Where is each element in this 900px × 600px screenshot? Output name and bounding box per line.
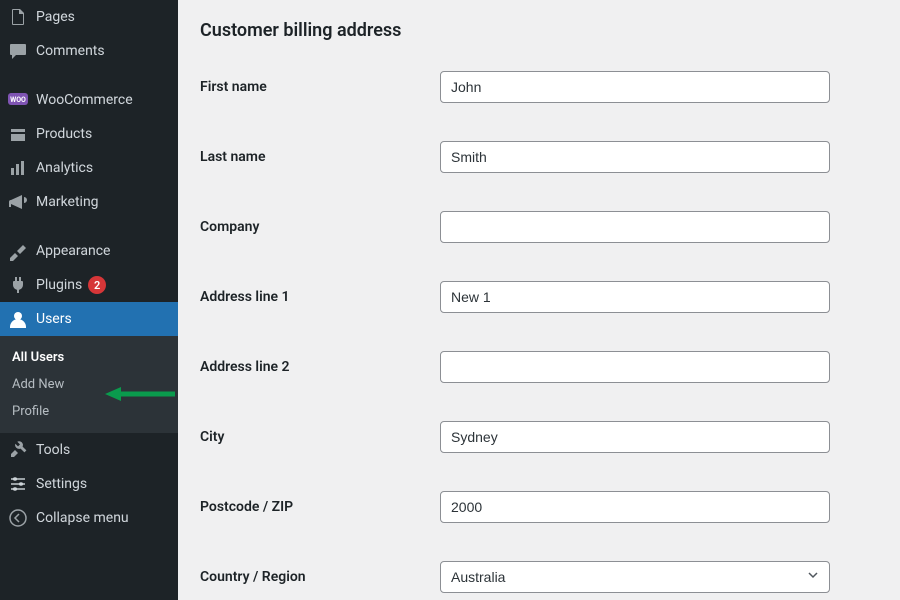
sidebar-item-label: Comments xyxy=(36,43,105,59)
field-postcode: Postcode / ZIP xyxy=(200,491,878,523)
country-select-wrap: Australia xyxy=(440,561,830,593)
analytics-icon xyxy=(8,158,28,178)
sidebar-item-appearance[interactable]: Appearance xyxy=(0,234,178,268)
menu-separator xyxy=(0,224,178,229)
address2-input[interactable] xyxy=(440,351,830,383)
sidebar-item-users[interactable]: Users xyxy=(0,302,178,336)
address1-label: Address line 1 xyxy=(200,289,440,305)
last-name-label: Last name xyxy=(200,149,440,165)
address1-input[interactable] xyxy=(440,281,830,313)
comments-icon xyxy=(8,41,28,61)
field-country: Country / Region Australia xyxy=(200,561,878,593)
first-name-label: First name xyxy=(200,79,440,95)
field-city: City xyxy=(200,421,878,453)
field-address1: Address line 1 xyxy=(200,281,878,313)
address2-label: Address line 2 xyxy=(200,359,440,375)
products-icon xyxy=(8,124,28,144)
sidebar-item-comments[interactable]: Comments xyxy=(0,34,178,68)
admin-sidebar: Pages Comments WOO WooCommerce Products … xyxy=(0,0,178,600)
sidebar-item-label: Analytics xyxy=(36,160,93,176)
sidebar-item-woocommerce[interactable]: WOO WooCommerce xyxy=(0,83,178,117)
first-name-input[interactable] xyxy=(440,71,830,103)
menu-separator xyxy=(0,73,178,78)
country-label: Country / Region xyxy=(200,569,440,585)
section-title: Customer billing address xyxy=(200,20,878,41)
users-icon xyxy=(8,309,28,329)
sidebar-item-analytics[interactable]: Analytics xyxy=(0,151,178,185)
users-submenu: All Users Add New Profile xyxy=(0,336,178,433)
sidebar-item-plugins[interactable]: Plugins 2 xyxy=(0,268,178,302)
sidebar-item-marketing[interactable]: Marketing xyxy=(0,185,178,219)
postcode-input[interactable] xyxy=(440,491,830,523)
submenu-item-add-new[interactable]: Add New xyxy=(0,371,178,398)
city-input[interactable] xyxy=(440,421,830,453)
field-first-name: First name xyxy=(200,71,878,103)
sidebar-item-label: Appearance xyxy=(36,243,110,259)
sidebar-item-label: Pages xyxy=(36,9,75,25)
sidebar-item-label: Settings xyxy=(36,476,87,492)
settings-icon xyxy=(8,474,28,494)
pages-icon xyxy=(8,7,28,27)
company-label: Company xyxy=(200,219,440,235)
appearance-icon xyxy=(8,241,28,261)
field-last-name: Last name xyxy=(200,141,878,173)
sidebar-item-label: Users xyxy=(36,311,72,327)
sidebar-item-label: WooCommerce xyxy=(36,92,133,108)
sidebar-item-label: Products xyxy=(36,126,92,142)
collapse-menu[interactable]: Collapse menu xyxy=(0,501,178,535)
collapse-label: Collapse menu xyxy=(36,510,129,526)
sidebar-item-pages[interactable]: Pages xyxy=(0,0,178,34)
last-name-input[interactable] xyxy=(440,141,830,173)
svg-text:WOO: WOO xyxy=(10,96,26,104)
sidebar-item-products[interactable]: Products xyxy=(0,117,178,151)
company-input[interactable] xyxy=(440,211,830,243)
city-label: City xyxy=(200,429,440,445)
country-select[interactable]: Australia xyxy=(440,561,830,593)
postcode-label: Postcode / ZIP xyxy=(200,499,440,515)
submenu-item-all-users[interactable]: All Users xyxy=(0,344,178,371)
sidebar-item-label: Marketing xyxy=(36,194,99,210)
sidebar-item-label: Tools xyxy=(36,442,70,458)
update-badge: 2 xyxy=(88,276,106,294)
sidebar-item-tools[interactable]: Tools xyxy=(0,433,178,467)
plugins-icon xyxy=(8,275,28,295)
tools-icon xyxy=(8,440,28,460)
woocommerce-icon: WOO xyxy=(8,90,28,110)
collapse-icon xyxy=(8,508,28,528)
sidebar-item-settings[interactable]: Settings xyxy=(0,467,178,501)
field-company: Company xyxy=(200,211,878,243)
sidebar-item-label: Plugins xyxy=(36,277,82,293)
main-content: Customer billing address First name Last… xyxy=(178,0,900,600)
field-address2: Address line 2 xyxy=(200,351,878,383)
marketing-icon xyxy=(8,192,28,212)
submenu-item-profile[interactable]: Profile xyxy=(0,398,178,425)
